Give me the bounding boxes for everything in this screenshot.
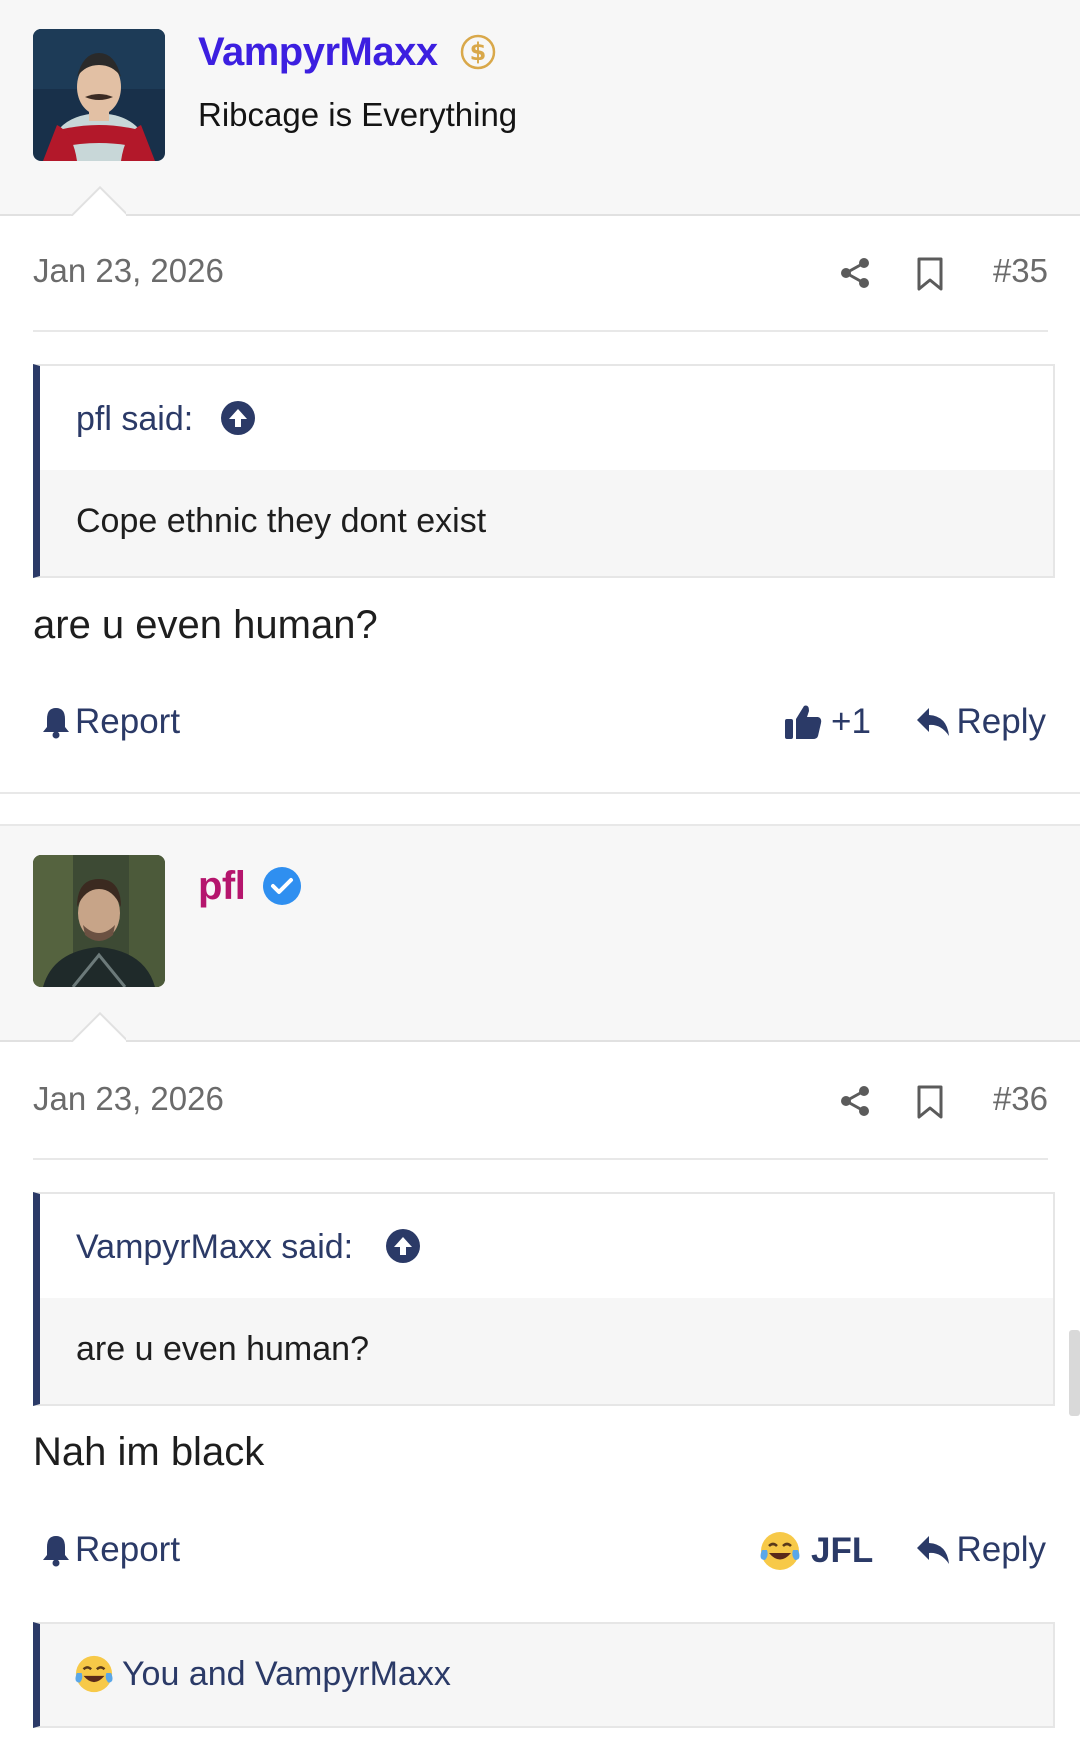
bookmark-icon[interactable] <box>915 1084 945 1120</box>
post-date[interactable]: Jan 23, 2026 <box>33 252 224 290</box>
laughing-crying-emoji-icon <box>75 1655 113 1693</box>
reactions-summary[interactable]: You and VampyrMaxx <box>33 1622 1055 1728</box>
quote-attribution[interactable]: pfl said: <box>76 400 193 439</box>
post-author-bar: VampyrMaxx $ Ribcage is Everything <box>0 0 1080 216</box>
username[interactable]: pfl <box>198 864 246 909</box>
quote-header: VampyrMaxx said: <box>40 1194 1053 1298</box>
quote-block: VampyrMaxx said: are u even human? <box>33 1192 1055 1406</box>
post-meta: Jan 23, 2026 #36 <box>33 1044 1048 1160</box>
post-actions: Report +1 Reply <box>33 702 1046 762</box>
reply-label: Reply <box>956 702 1046 741</box>
reply-label: Reply <box>956 1530 1046 1569</box>
post-date[interactable]: Jan 23, 2026 <box>33 1080 224 1118</box>
author-arrow <box>70 1012 126 1042</box>
avatar[interactable] <box>33 855 165 987</box>
jump-to-quote-icon[interactable] <box>385 1228 421 1264</box>
report-button[interactable]: Report <box>41 1530 180 1570</box>
reactions-summary-text: You and VampyrMaxx <box>122 1654 451 1693</box>
quote-text: Cope ethnic they dont exist <box>76 502 487 540</box>
reply-arrow-icon <box>916 1536 949 1564</box>
bookmark-icon[interactable] <box>915 256 945 292</box>
laughing-crying-emoji-icon <box>760 1532 800 1570</box>
report-label: Report <box>75 1530 181 1569</box>
post-actions: Report JFL Reply <box>33 1530 1046 1590</box>
post-message: Nah im black <box>33 1430 265 1474</box>
post-number[interactable]: #35 <box>993 252 1048 290</box>
reaction-label: JFL <box>811 1531 874 1570</box>
thumbs-up-icon <box>785 705 822 739</box>
reaction-button[interactable]: +1 <box>783 702 871 742</box>
avatar[interactable] <box>33 29 165 161</box>
reaction-count: +1 <box>831 702 871 741</box>
scrollbar-thumb[interactable] <box>1069 1330 1080 1416</box>
username[interactable]: VampyrMaxx <box>198 30 438 75</box>
quote-attribution[interactable]: VampyrMaxx said: <box>76 1228 353 1267</box>
report-label: Report <box>75 702 181 741</box>
quote-text: are u even human? <box>76 1330 369 1368</box>
svg-text:$: $ <box>470 38 487 66</box>
author-arrow <box>70 186 126 216</box>
post-number[interactable]: #36 <box>993 1080 1048 1118</box>
bell-icon <box>43 708 69 739</box>
report-button[interactable]: Report <box>41 702 180 742</box>
reaction-button[interactable]: JFL <box>759 1530 873 1572</box>
dollar-badge-icon: $ <box>460 34 496 70</box>
user-title: Ribcage is Everything <box>198 96 518 133</box>
reply-arrow-icon <box>916 708 949 736</box>
bell-icon <box>43 1536 69 1567</box>
post-message: are u even human? <box>33 603 378 647</box>
post-author-bar: pfl <box>0 824 1080 1042</box>
verified-badge-icon <box>263 867 301 905</box>
share-icon[interactable] <box>838 256 872 290</box>
reply-button[interactable]: Reply <box>915 702 1046 742</box>
quote-body: Cope ethnic they dont exist <box>40 470 1053 576</box>
post-divider <box>0 792 1080 794</box>
jump-to-quote-icon[interactable] <box>220 400 256 436</box>
quote-block: pfl said: Cope ethnic they dont exist <box>33 364 1055 578</box>
share-icon[interactable] <box>838 1084 872 1118</box>
post-meta: Jan 23, 2026 #35 <box>33 216 1048 332</box>
quote-header: pfl said: <box>40 366 1053 470</box>
reply-button[interactable]: Reply <box>915 1530 1046 1570</box>
quote-body: are u even human? <box>40 1298 1053 1404</box>
